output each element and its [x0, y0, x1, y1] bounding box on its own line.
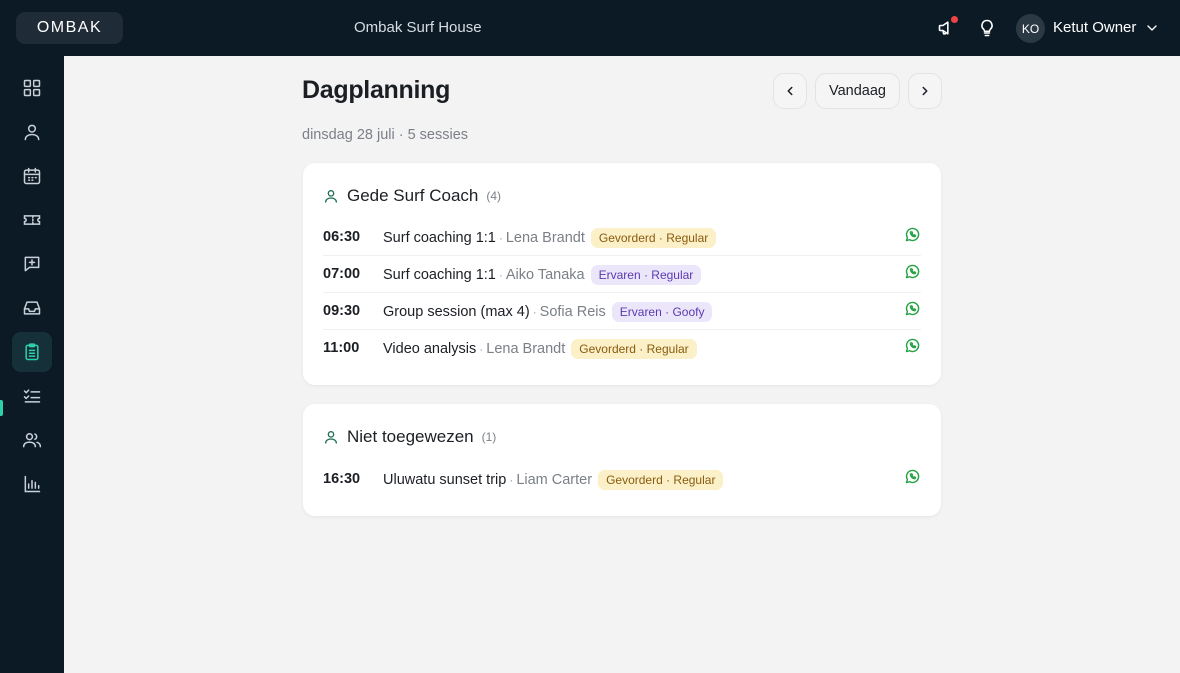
session-title: Surf coaching 1:1: [383, 267, 496, 283]
calendar-icon: [23, 167, 41, 185]
session-row[interactable]: 16:30 Uluwatu sunset trip · Liam Carter …: [323, 461, 921, 498]
session-client: Aiko Tanaka: [505, 267, 585, 283]
lightbulb-icon[interactable]: [975, 16, 999, 40]
session-title: Surf coaching 1:1: [383, 230, 496, 246]
person-icon: [325, 431, 337, 444]
page-title: Dagplanning: [302, 76, 451, 104]
user-icon: [24, 124, 40, 141]
session-time: 07:00: [323, 266, 361, 282]
chevron-left-icon: [787, 86, 793, 96]
whatsapp-icon[interactable]: [904, 468, 921, 485]
message-plus-icon: [24, 256, 40, 272]
unassigned-group-card: Niet toegewezen (1) 16:30 Uluwatu sunset…: [303, 404, 941, 516]
group-count: (1): [481, 430, 497, 444]
active-indicator: [0, 400, 3, 416]
whatsapp-icon[interactable]: [904, 263, 921, 280]
page-subtitle: dinsdag 28 juli · 5 sessies: [302, 127, 469, 143]
sidebar-item-profile[interactable]: [12, 112, 52, 152]
user-name[interactable]: Ketut Owner: [1053, 19, 1136, 36]
users-icon: [22, 433, 42, 448]
group-name: Gede Surf Coach: [347, 186, 479, 205]
coach-group-card: Gede Surf Coach (4) 06:30 Surf coaching …: [303, 163, 941, 385]
grid-icon: [23, 79, 41, 97]
bar-chart-icon: [24, 475, 41, 493]
next-day-button[interactable]: [908, 73, 942, 109]
session-client: Lena Brandt: [505, 230, 585, 246]
level-badge: Ervaren · Regular: [590, 265, 702, 285]
session-row[interactable]: 09:30 Group session (max 4) · Sofia Reis…: [323, 293, 921, 330]
level-badge: Gevorderd · Regular: [571, 339, 697, 359]
sidebar: [0, 56, 64, 673]
group-name: Niet toegewezen: [347, 427, 474, 446]
sidebar-item-tickets[interactable]: [12, 200, 52, 240]
avatar[interactable]: KO: [1016, 14, 1045, 43]
whatsapp-icon[interactable]: [904, 337, 921, 354]
separator: ·: [509, 473, 514, 487]
inbox-icon: [23, 301, 41, 315]
person-icon: [325, 190, 337, 203]
separator: ·: [498, 231, 503, 245]
sidebar-item-tasks[interactable]: [12, 376, 52, 416]
organization-name: Ombak Surf House: [354, 19, 482, 36]
chevron-down-icon[interactable]: [1144, 20, 1160, 36]
session-time: 06:30: [323, 229, 361, 245]
separator: ·: [498, 268, 503, 282]
sidebar-item-team[interactable]: [12, 420, 52, 460]
session-time: 11:00: [323, 340, 360, 356]
session-title: Video analysis: [383, 341, 477, 357]
session-client: Lena Brandt: [486, 341, 566, 357]
session-row[interactable]: 06:30 Surf coaching 1:1 · Lena Brandt Ge…: [323, 219, 921, 256]
session-row[interactable]: 11:00 Video analysis · Lena Brandt Gevor…: [323, 330, 921, 367]
session-time: 09:30: [323, 303, 361, 319]
today-button[interactable]: Vandaag: [815, 73, 900, 109]
whatsapp-icon[interactable]: [904, 300, 921, 317]
level-badge: Ervaren · Goofy: [611, 302, 713, 322]
session-title: Group session (max 4): [383, 304, 530, 320]
sidebar-item-calendar[interactable]: [12, 156, 52, 196]
clipboard-icon: [25, 343, 39, 361]
sidebar-item-inbox[interactable]: [12, 288, 52, 328]
ticket-icon: [23, 215, 41, 225]
separator: ·: [532, 305, 537, 319]
logo[interactable]: OMBAK: [16, 12, 123, 44]
notification-dot: [951, 16, 958, 23]
group-header: Gede Surf Coach (4): [323, 185, 501, 207]
sidebar-item-dashboard[interactable]: [12, 68, 52, 108]
whatsapp-icon[interactable]: [904, 226, 921, 243]
chevron-right-icon: [922, 86, 928, 96]
group-count: (4): [486, 189, 502, 203]
session-time: 16:30: [323, 471, 361, 487]
separator: ·: [479, 342, 484, 356]
session-title: Uluwatu sunset trip: [383, 472, 507, 488]
group-header: Niet toegewezen (1): [323, 426, 496, 448]
megaphone-icon[interactable]: [935, 16, 959, 40]
session-client: Liam Carter: [516, 472, 593, 488]
top-bar: OMBAK Ombak Surf House KO Ketut Owner: [0, 0, 1180, 56]
sidebar-item-day-planning[interactable]: [12, 332, 52, 372]
level-badge: Gevorderd · Regular: [590, 228, 717, 248]
level-badge: Gevorderd · Regular: [598, 470, 724, 490]
sidebar-item-reports[interactable]: [12, 464, 52, 504]
checklist-icon: [23, 389, 41, 403]
session-client: Sofia Reis: [539, 304, 606, 320]
sidebar-item-messages[interactable]: [12, 244, 52, 284]
previous-day-button[interactable]: [773, 73, 807, 109]
session-row[interactable]: 07:00 Surf coaching 1:1 · Aiko Tanaka Er…: [323, 256, 921, 293]
